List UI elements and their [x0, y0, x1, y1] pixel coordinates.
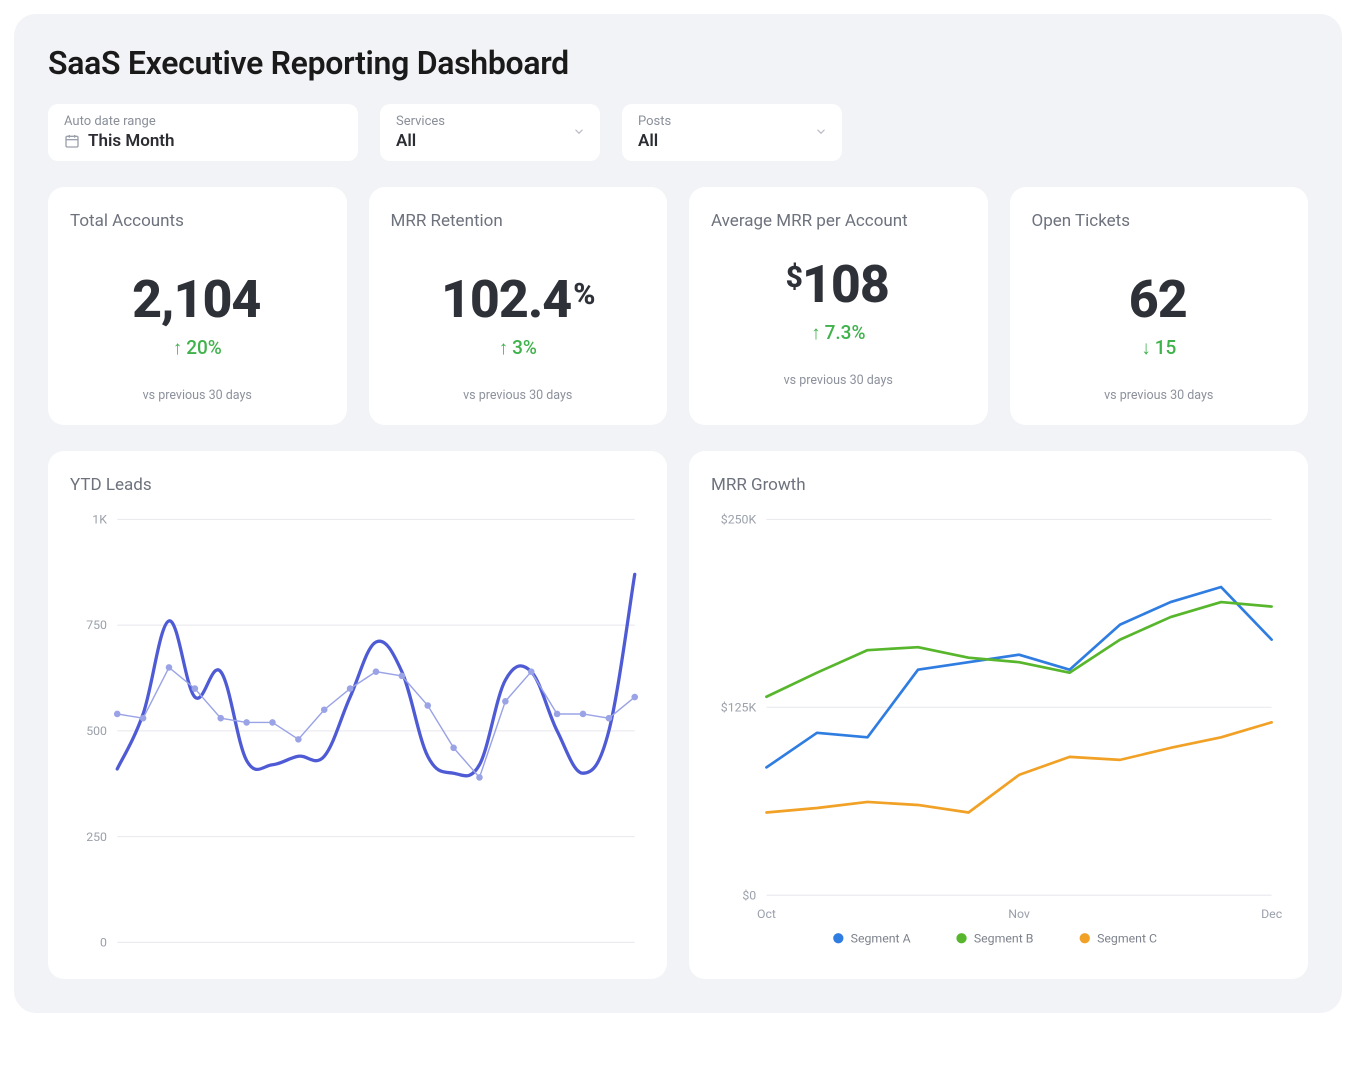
kpi-delta: ↑20% — [70, 336, 325, 360]
filters-row: Auto date range This Month Services All — [48, 104, 1308, 161]
kpi-compare: vs previous 30 days — [1032, 388, 1287, 403]
posts-filter[interactable]: Posts All — [622, 104, 842, 161]
svg-text:$0: $0 — [742, 888, 756, 903]
svg-text:$250K: $250K — [721, 512, 757, 527]
kpi-title: Open Tickets — [1032, 211, 1287, 231]
svg-text:Nov: Nov — [1008, 908, 1030, 922]
mrr-growth-chart: $0 $125K $250K Oct Nov Dec Segment A Segment B S… — [711, 505, 1286, 957]
chart-title: MRR Growth — [711, 475, 1286, 495]
kpi-row: Total Accounts 2,104 ↑20% vs previous 30… — [48, 187, 1308, 425]
svg-text:1K: 1K — [92, 513, 107, 527]
kpi-title: Average MRR per Account — [711, 211, 966, 231]
services-label: Services — [396, 114, 584, 129]
chevron-down-icon — [814, 123, 828, 142]
kpi-prefix: $ — [786, 263, 802, 293]
kpi-value: 102.4 — [441, 274, 571, 326]
kpi-value: 108 — [802, 259, 889, 311]
date-range-filter[interactable]: Auto date range This Month — [48, 104, 358, 161]
kpi-compare: vs previous 30 days — [70, 388, 325, 403]
kpi-title: MRR Retention — [391, 211, 646, 231]
svg-text:750: 750 — [86, 619, 107, 633]
posts-value: All — [638, 131, 826, 151]
svg-text:Oct: Oct — [757, 908, 776, 922]
svg-text:500: 500 — [86, 725, 107, 739]
kpi-title: Total Accounts — [70, 211, 325, 231]
kpi-total-accounts: Total Accounts 2,104 ↑20% vs previous 30… — [48, 187, 347, 425]
svg-text:$125K: $125K — [721, 700, 757, 715]
posts-label: Posts — [638, 114, 826, 129]
ytd-leads-chart: 0 250 500 750 1K — [70, 505, 645, 957]
svg-text:0: 0 — [100, 937, 107, 951]
kpi-open-tickets: Open Tickets 62 ↓15 vs previous 30 days — [1010, 187, 1309, 425]
kpi-delta: ↓15 — [1032, 336, 1287, 360]
chevron-down-icon — [572, 123, 586, 142]
svg-text:Segment C: Segment C — [1097, 932, 1157, 946]
svg-text:Segment B: Segment B — [974, 932, 1034, 946]
mrr-growth-chart-card: MRR Growth $0 $125K $250K Oct Nov Dec Segment … — [689, 451, 1308, 979]
chart-title: YTD Leads — [70, 475, 645, 495]
arrow-up-icon: ↑ — [499, 336, 509, 359]
dashboard-page: SaaS Executive Reporting Dashboard Auto … — [14, 14, 1342, 1013]
kpi-compare: vs previous 30 days — [711, 373, 966, 388]
arrow-down-icon: ↓ — [1141, 336, 1151, 359]
svg-text:Dec: Dec — [1261, 908, 1283, 922]
calendar-icon — [64, 133, 80, 149]
svg-text:250: 250 — [86, 831, 107, 845]
kpi-mrr-retention: MRR Retention 102.4 % ↑3% vs previous 30… — [369, 187, 668, 425]
date-range-label: Auto date range — [64, 114, 342, 129]
kpi-value: 2,104 — [132, 274, 260, 326]
kpi-delta: ↑7.3% — [711, 321, 966, 345]
kpi-suffix: % — [573, 280, 594, 310]
svg-text:Segment A: Segment A — [851, 932, 911, 946]
date-range-value: This Month — [88, 131, 175, 151]
kpi-value: 62 — [1129, 274, 1187, 326]
arrow-up-icon: ↑ — [811, 321, 821, 344]
page-title: SaaS Executive Reporting Dashboard — [48, 44, 1308, 82]
ytd-leads-chart-card: YTD Leads 0 250 500 750 1K — [48, 451, 667, 979]
kpi-compare: vs previous 30 days — [391, 388, 646, 403]
arrow-up-icon: ↑ — [173, 336, 183, 359]
kpi-avg-mrr: Average MRR per Account $ 108 ↑7.3% vs p… — [689, 187, 988, 425]
services-filter[interactable]: Services All — [380, 104, 600, 161]
kpi-delta: ↑3% — [391, 336, 646, 360]
services-value: All — [396, 131, 584, 151]
charts-row: YTD Leads 0 250 500 750 1K MRR Growth $0 $125… — [48, 451, 1308, 979]
